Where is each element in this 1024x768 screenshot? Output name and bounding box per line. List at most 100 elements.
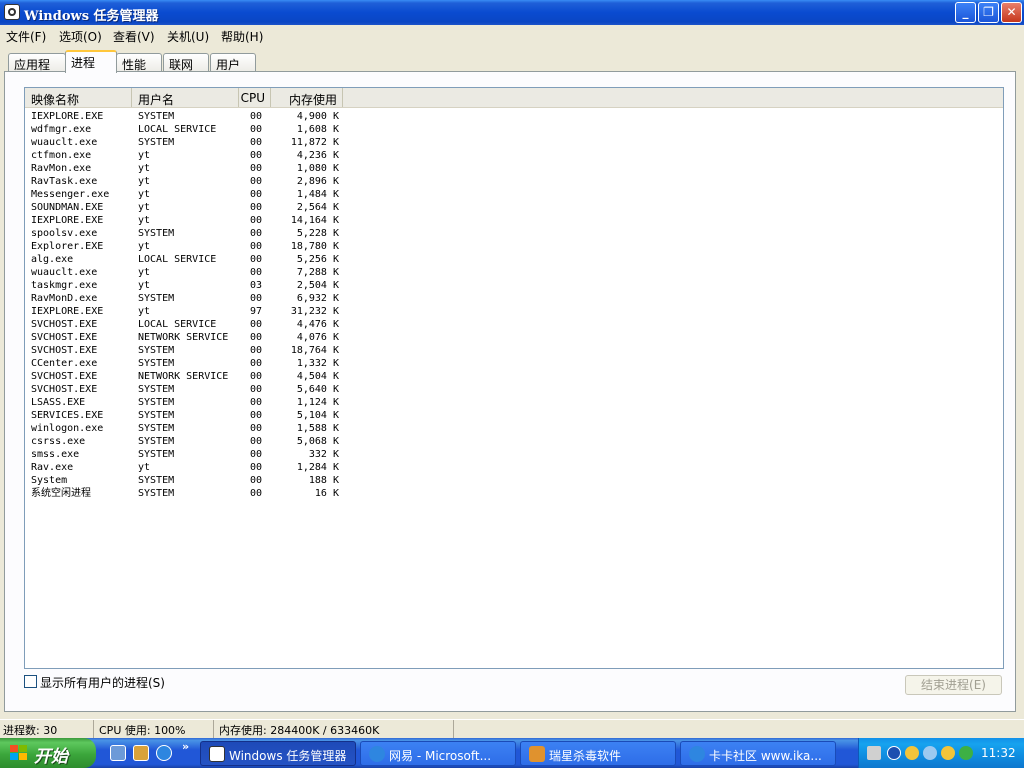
show-all-users-checkbox[interactable]	[24, 675, 37, 688]
taskbar-item-netease[interactable]: 网易 - Microsoft...	[360, 741, 516, 766]
table-row[interactable]: spoolsv.exe SYSTEM 00 5,228 K	[25, 227, 1003, 240]
close-button[interactable]: ✕	[1001, 2, 1022, 23]
table-row[interactable]: SERVICES.EXE SYSTEM 00 5,104 K	[25, 409, 1003, 422]
cell-memory: 4,076 K	[296, 332, 339, 343]
ie-icon[interactable]	[156, 745, 172, 761]
cell-memory: 18,764 K	[290, 345, 339, 356]
shield-icon[interactable]	[905, 746, 919, 760]
ie-icon	[689, 746, 705, 762]
cell-user-name: SYSTEM	[138, 384, 175, 395]
table-row[interactable]: RavMon.exe yt 00 1,080 K	[25, 162, 1003, 175]
column-user-name[interactable]: 用户名	[132, 88, 239, 107]
cell-image-name: wuauclt.exe	[31, 137, 98, 148]
table-row[interactable]: SVCHOST.EXE NETWORK SERVICE 00 4,076 K	[25, 331, 1003, 344]
table-row[interactable]: LSASS.EXE SYSTEM 00 1,124 K	[25, 396, 1003, 409]
status-bar: 进程数: 30 CPU 使用: 100% 内存使用: 284400K / 633…	[0, 719, 1024, 738]
task-label: 网易 - Microsoft...	[389, 749, 492, 763]
start-label: 开始	[34, 747, 68, 767]
menu-options[interactable]: 选项(O)	[59, 28, 102, 45]
cell-cpu: 00	[250, 267, 263, 278]
cell-memory: 5,640 K	[296, 384, 339, 395]
cell-cpu: 00	[250, 475, 263, 486]
quick-launch-more-icon[interactable]: »	[182, 740, 189, 753]
cell-image-name: Rav.exe	[31, 462, 74, 473]
table-row[interactable]: alg.exe LOCAL SERVICE 00 5,256 K	[25, 253, 1003, 266]
table-row[interactable]: CCenter.exe SYSTEM 00 1,332 K	[25, 357, 1003, 370]
tab-performance[interactable]: 性能	[116, 53, 162, 72]
tab-applications[interactable]: 应用程序	[8, 53, 66, 89]
table-row[interactable]: SVCHOST.EXE NETWORK SERVICE 00 4,504 K	[25, 370, 1003, 383]
table-row[interactable]: wuauclt.exe SYSTEM 00 11,872 K	[25, 136, 1003, 149]
task-label: 卡卡社区 www.ika...	[709, 749, 822, 763]
table-row[interactable]: IEXPLORE.EXE SYSTEM 00 4,900 K	[25, 110, 1003, 123]
table-row[interactable]: ctfmon.exe yt 00 4,236 K	[25, 149, 1003, 162]
taskbar-item-kaka[interactable]: 卡卡社区 www.ika...	[680, 741, 836, 766]
table-row[interactable]: IEXPLORE.EXE yt 00 14,164 K	[25, 214, 1003, 227]
cell-cpu: 00	[250, 436, 263, 447]
column-memory[interactable]: 内存使用	[271, 88, 343, 107]
table-row[interactable]: 系统空闲进程 SYSTEM 00 16 K	[25, 487, 1003, 500]
cell-memory: 5,256 K	[296, 254, 339, 265]
table-row[interactable]: IEXPLORE.EXE yt 97 31,232 K	[25, 305, 1003, 318]
end-process-button[interactable]: 结束进程(E)	[905, 675, 1002, 695]
cell-user-name: yt	[138, 202, 151, 213]
cell-cpu: 00	[250, 462, 263, 473]
column-image-name[interactable]: 映像名称	[25, 88, 132, 107]
table-row[interactable]: Messenger.exe yt 00 1,484 K	[25, 188, 1003, 201]
tab-networking[interactable]: 联网	[163, 53, 209, 72]
menu-view[interactable]: 查看(V)	[113, 28, 155, 45]
cell-cpu: 00	[250, 189, 263, 200]
cell-cpu: 00	[250, 150, 263, 161]
cell-memory: 6,932 K	[296, 293, 339, 304]
security-alert-icon[interactable]	[941, 746, 955, 760]
menu-file[interactable]: 文件(F)	[6, 28, 46, 45]
column-cpu[interactable]: CPU	[239, 88, 271, 107]
tab-processes[interactable]: 进程	[65, 50, 117, 73]
process-list[interactable]: 映像名称 用户名 CPU 内存使用 IEXPLORE.EXE SYSTEM 00 4,…	[24, 87, 1004, 669]
minimize-button[interactable]: _	[955, 2, 976, 23]
keyboard-icon[interactable]	[867, 746, 881, 760]
cell-cpu: 00	[250, 124, 263, 135]
taskbar-item-task-manager[interactable]: Windows 任务管理器	[200, 741, 356, 766]
table-row[interactable]: csrss.exe SYSTEM 00 5,068 K	[25, 435, 1003, 448]
cell-cpu: 00	[250, 137, 263, 148]
show-desktop-icon[interactable]	[110, 745, 126, 761]
start-button[interactable]: 开始	[0, 738, 96, 768]
table-row[interactable]: SOUNDMAN.EXE yt 00 2,564 K	[25, 201, 1003, 214]
table-row[interactable]: Rav.exe yt 00 1,284 K	[25, 461, 1003, 474]
table-row[interactable]: winlogon.exe SYSTEM 00 1,588 K	[25, 422, 1003, 435]
table-row[interactable]: smss.exe SYSTEM 00 332 K	[25, 448, 1003, 461]
cell-cpu: 00	[250, 228, 263, 239]
menu-shutdown[interactable]: 关机(U)	[167, 28, 209, 45]
table-row[interactable]: SVCHOST.EXE SYSTEM 00 5,640 K	[25, 383, 1003, 396]
title-bar[interactable]: Windows 任务管理器 _ ❐ ✕	[0, 0, 1024, 25]
table-row[interactable]: wuauclt.exe yt 00 7,288 K	[25, 266, 1003, 279]
taskbar-item-rising-antivirus[interactable]: 瑞星杀毒软件	[520, 741, 676, 766]
cell-memory: 4,504 K	[296, 371, 339, 382]
table-row[interactable]: taskmgr.exe yt 03 2,504 K	[25, 279, 1003, 292]
system-tray: 11:32	[858, 738, 1024, 768]
cell-image-name: SVCHOST.EXE	[31, 384, 98, 395]
table-row[interactable]: wdfmgr.exe LOCAL SERVICE 00 1,608 K	[25, 123, 1003, 136]
cell-image-name: SVCHOST.EXE	[31, 345, 98, 356]
cell-user-name: yt	[138, 241, 151, 252]
table-row[interactable]: SVCHOST.EXE SYSTEM 00 18,764 K	[25, 344, 1003, 357]
media-player-icon[interactable]	[133, 745, 149, 761]
collapse-tray-icon[interactable]	[887, 746, 901, 760]
cell-user-name: LOCAL SERVICE	[138, 319, 217, 330]
tab-users[interactable]: 用户	[210, 53, 256, 72]
cell-user-name: SYSTEM	[138, 475, 175, 486]
cell-image-name: smss.exe	[31, 449, 80, 460]
table-row[interactable]: RavTask.exe yt 00 2,896 K	[25, 175, 1003, 188]
windows-logo-icon	[10, 745, 28, 761]
wireless-icon[interactable]	[923, 746, 937, 760]
cell-cpu: 00	[250, 254, 263, 265]
umbrella-icon[interactable]	[959, 746, 973, 760]
table-row[interactable]: Explorer.EXE yt 00 18,780 K	[25, 240, 1003, 253]
table-row[interactable]: SVCHOST.EXE LOCAL SERVICE 00 4,476 K	[25, 318, 1003, 331]
table-row[interactable]: RavMonD.exe SYSTEM 00 6,932 K	[25, 292, 1003, 305]
rising-antivirus-icon	[529, 746, 545, 762]
menu-help[interactable]: 帮助(H)	[221, 28, 263, 45]
maximize-button[interactable]: ❐	[978, 2, 999, 23]
table-row[interactable]: System SYSTEM 00 188 K	[25, 474, 1003, 487]
